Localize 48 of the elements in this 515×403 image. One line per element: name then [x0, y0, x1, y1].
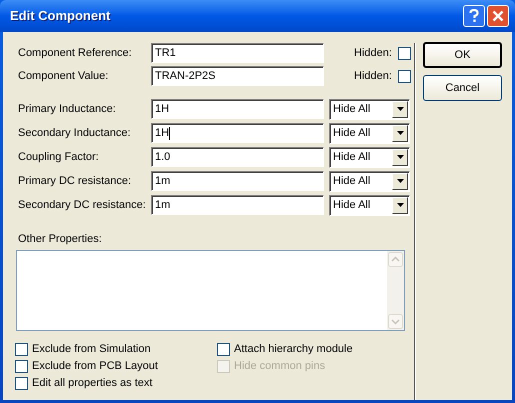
scroll-up-icon: [388, 252, 403, 266]
dropdown-value: Hide All: [333, 126, 370, 141]
field-label: Component Value:: [18, 68, 110, 84]
dropdown-value: Hide All: [333, 198, 370, 213]
field-label: Hidden:: [354, 68, 393, 84]
scroll-down-icon: [388, 314, 403, 328]
visibility-dropdown[interactable]: Hide All: [329, 122, 410, 144]
close-icon: [492, 10, 504, 22]
dialog-button[interactable]: OK: [423, 42, 502, 68]
text-field[interactable]: 1m: [151, 195, 324, 215]
checkbox[interactable]: [15, 342, 28, 356]
field-label: Secondary Inductance:: [18, 126, 132, 141]
visibility-dropdown[interactable]: Hide All: [329, 146, 410, 168]
field-label: Primary DC resistance:: [18, 174, 132, 189]
dropdown-value: Hide All: [333, 150, 370, 165]
close-button[interactable]: [487, 5, 509, 27]
other-properties-field[interactable]: [16, 250, 405, 330]
option-label: Exclude from PCB Layout: [32, 358, 158, 374]
visibility-dropdown[interactable]: Hide All: [329, 194, 410, 216]
checkbox[interactable]: [15, 360, 28, 372]
dropdown-value: Hide All: [333, 174, 370, 189]
help-button[interactable]: [463, 5, 485, 27]
dropdown-value: Hide All: [333, 102, 370, 117]
field-label: Coupling Factor:: [18, 150, 100, 165]
text-field[interactable]: 1H: [151, 99, 324, 119]
text-field[interactable]: 1m: [151, 171, 324, 191]
field-label: Hidden:: [354, 46, 393, 61]
text-field[interactable]: 1H: [151, 123, 324, 143]
window-title: Edit Component: [10, 7, 112, 26]
option-label: Attach hierarchy module: [234, 342, 353, 357]
checkbox[interactable]: [217, 342, 230, 356]
text-field[interactable]: TRAN-2P2S: [151, 66, 324, 86]
option-label: Edit all properties as text: [32, 376, 152, 391]
field-label: Secondary DC resistance:: [18, 198, 147, 213]
text-field[interactable]: TR1: [151, 43, 324, 63]
help-icon: [469, 9, 479, 23]
dialog-button[interactable]: Cancel: [423, 75, 502, 101]
checkbox[interactable]: [15, 376, 28, 390]
visibility-dropdown[interactable]: Hide All: [329, 170, 410, 192]
checkbox[interactable]: [398, 46, 411, 60]
field-label: Primary Inductance:: [18, 102, 117, 117]
option-label: Hide common pins: [234, 358, 326, 374]
visibility-dropdown[interactable]: Hide All: [329, 98, 410, 120]
field-label: Other Properties:: [18, 232, 103, 247]
checkbox[interactable]: [398, 70, 411, 82]
field-label: Component Reference:: [18, 46, 133, 61]
text-field[interactable]: 1.0: [151, 147, 324, 167]
option-label: Exclude from Simulation: [32, 342, 151, 357]
